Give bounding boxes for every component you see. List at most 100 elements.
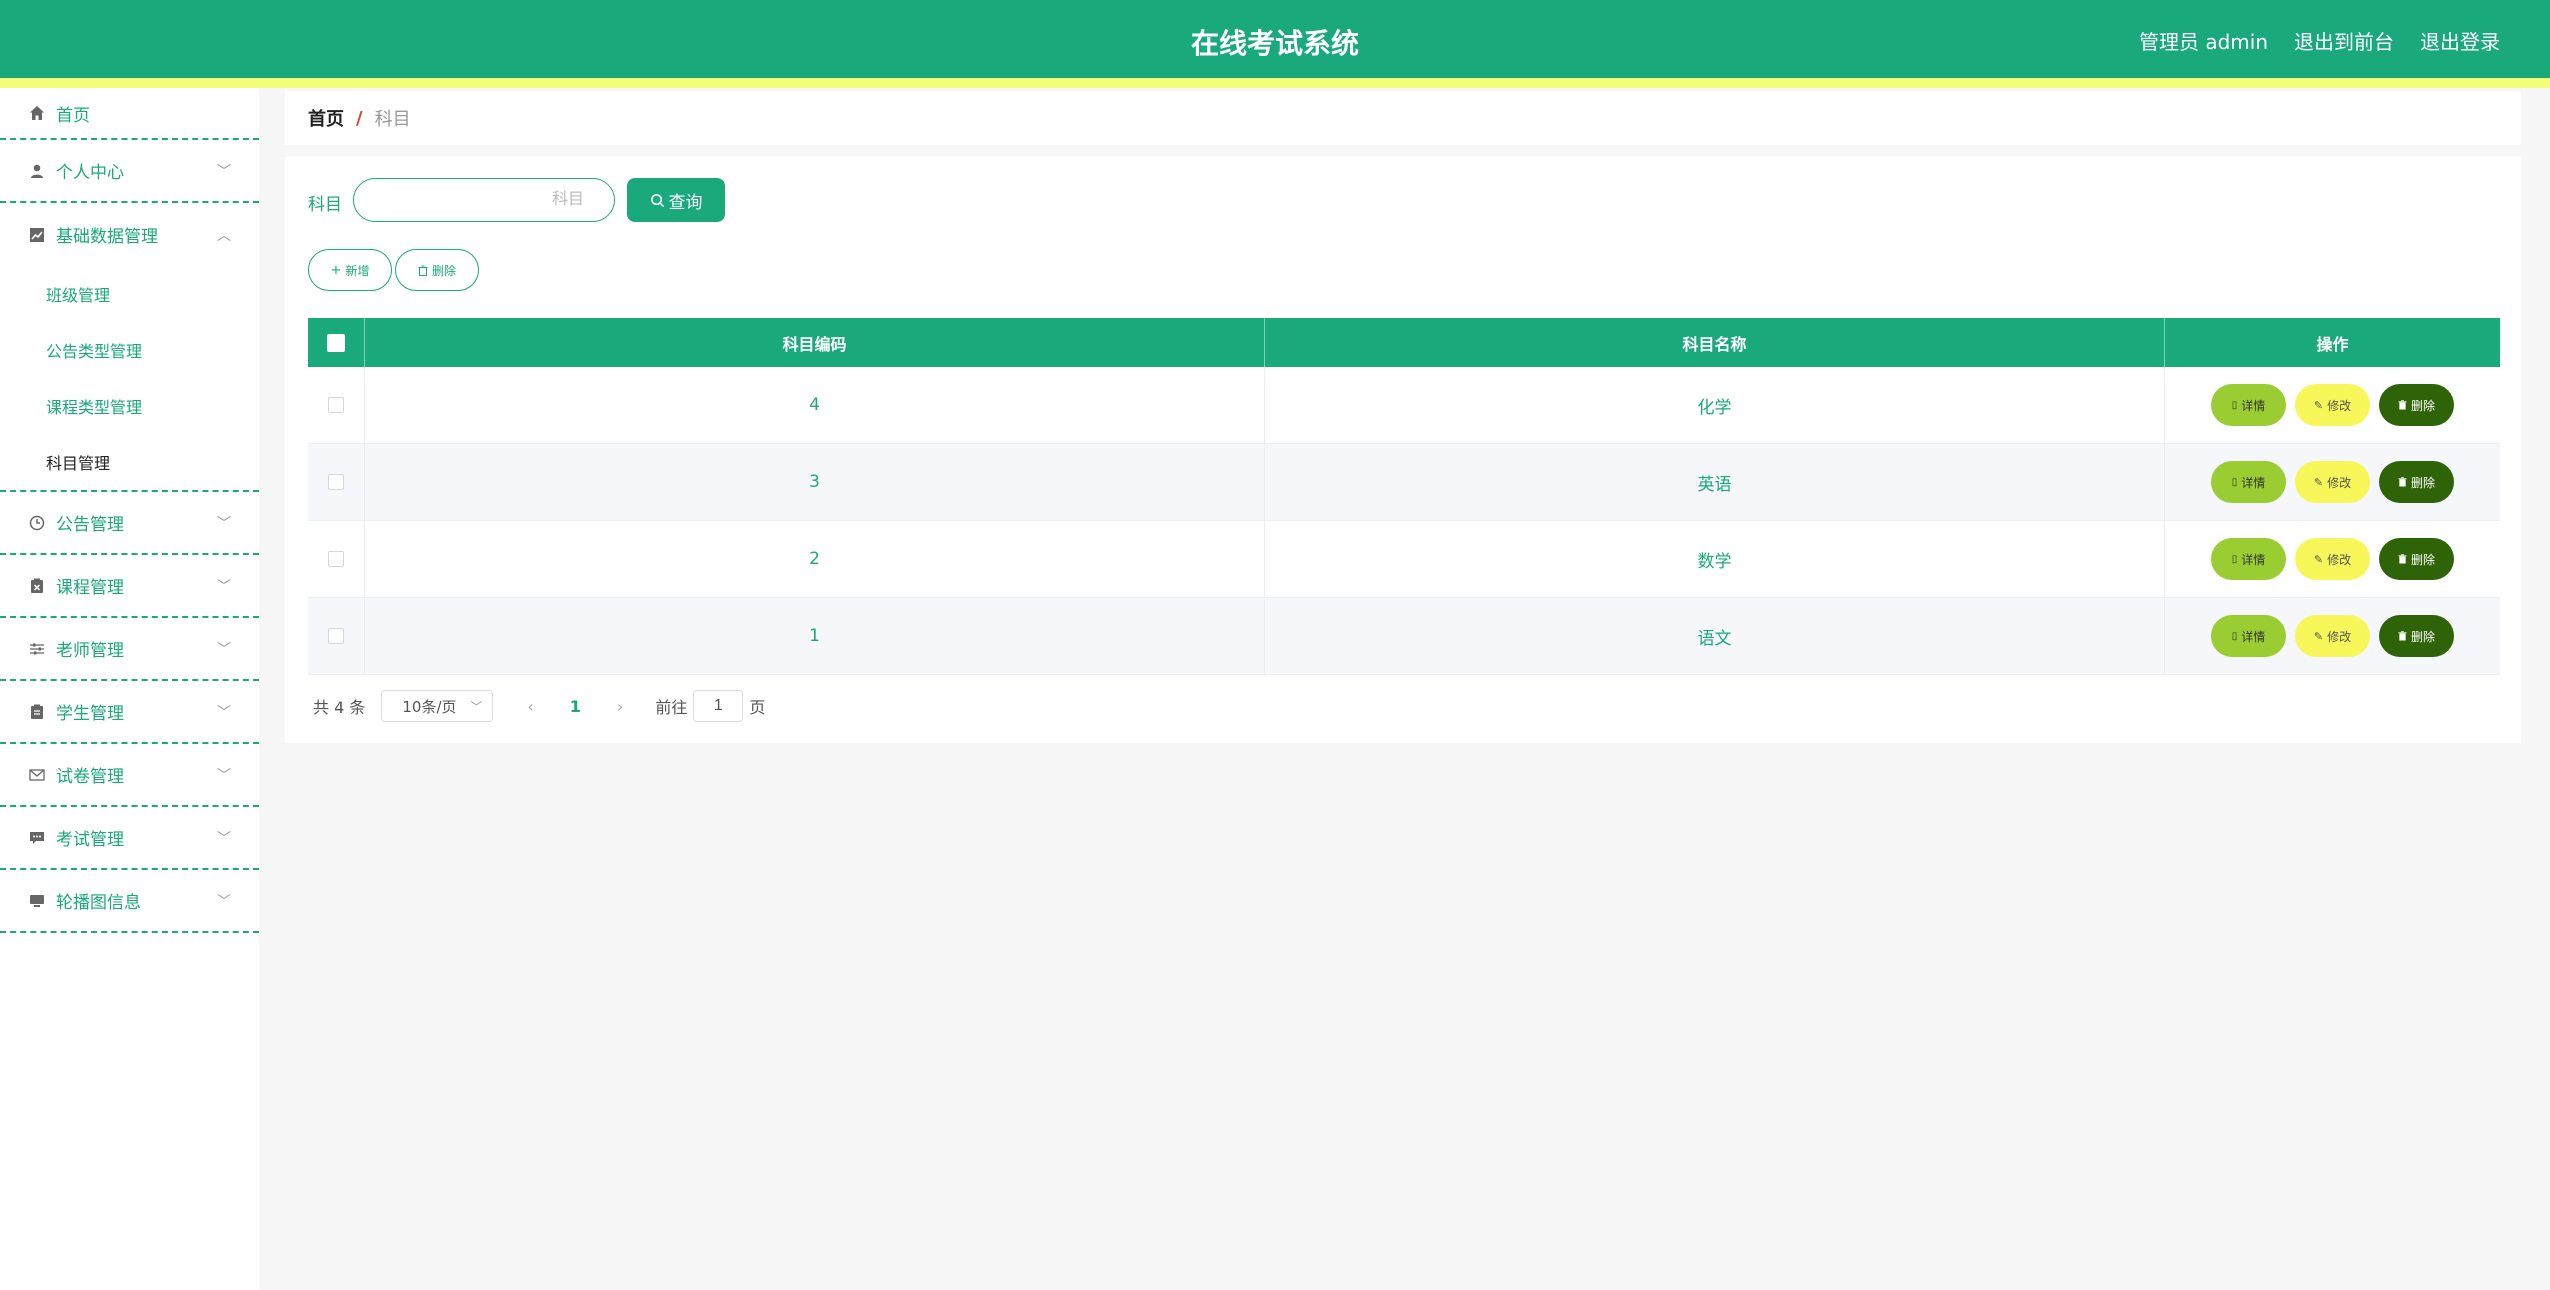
sidebar-item-label: 基础数据管理 xyxy=(56,227,158,247)
subject-table: 科目编码 科目名称 操作 4 化学 ▯ 详情 ✎ 修改 删除 3 英语 ▯ 详情 ✎ 修改 删除 2 数学 ▯ 详… xyxy=(308,318,2500,675)
batch-delete-button[interactable]: 删除 xyxy=(395,249,479,291)
goto-suffix: 页 xyxy=(749,698,766,717)
pagination-total: 共 4 条 xyxy=(313,698,366,717)
delete-button[interactable]: 删除 xyxy=(2379,461,2454,503)
detail-button[interactable]: ▯ 详情 xyxy=(2211,615,2286,657)
edit-button-label: 修改 xyxy=(2327,629,2352,644)
subject-name-cell: 数学 xyxy=(1265,521,2165,597)
chevron-down-icon: ﹀ xyxy=(217,704,231,721)
delete-button[interactable]: 删除 xyxy=(2379,384,2454,426)
subject-code-cell: 1 xyxy=(365,598,1265,674)
edit-button[interactable]: ✎ 修改 xyxy=(2295,538,2370,580)
prev-page-icon[interactable]: ‹ xyxy=(527,697,533,716)
row-actions-cell: ▯ 详情 ✎ 修改 删除 xyxy=(2165,367,2500,443)
search-icon xyxy=(650,193,665,208)
detail-button[interactable]: ▯ 详情 xyxy=(2211,384,2286,426)
row-checkbox[interactable] xyxy=(328,551,344,567)
delete-button[interactable]: 删除 xyxy=(2379,615,2454,657)
chevron-down-icon: ﹀ xyxy=(217,515,231,532)
page-number-current[interactable]: 1 xyxy=(570,697,581,716)
breadcrumb-home[interactable]: 首页 xyxy=(308,105,344,131)
sidebar-subitem-subject[interactable]: 科目管理 xyxy=(0,434,259,490)
chevron-down-icon: ﹀ xyxy=(217,893,231,910)
top-header: 在线考试系统 管理员 admin 退出到前台 退出登录 xyxy=(0,0,2550,78)
sidebar-item-profile[interactable]: 个人中心 ﹀ xyxy=(0,140,259,203)
sidebar-item-notice[interactable]: 公告管理 ﹀ xyxy=(0,492,259,555)
delete-button-label: 删除 xyxy=(2410,552,2435,567)
sidebar-subitem-course-type[interactable]: 课程类型管理 xyxy=(0,378,259,434)
clock-icon xyxy=(28,514,46,532)
sidebar-item-carousel[interactable]: 轮播图信息 ﹀ xyxy=(0,870,259,933)
sidebar-item-course[interactable]: 课程管理 ﹀ xyxy=(0,555,259,618)
sidebar-item-student[interactable]: 学生管理 ﹀ xyxy=(0,681,259,744)
chevron-down-icon: ﹀ xyxy=(217,830,231,847)
row-actions-cell: ▯ 详情 ✎ 修改 删除 xyxy=(2165,521,2500,597)
detail-button-label: 详情 xyxy=(2241,475,2266,490)
sidebar-item-label: 老师管理 xyxy=(56,641,124,661)
document-icon: ▯ xyxy=(2231,399,2238,411)
add-button[interactable]: + 新增 xyxy=(308,249,392,291)
sidebar-item-teacher[interactable]: 老师管理 ﹀ xyxy=(0,618,259,681)
sidebar-item-label: 个人中心 xyxy=(56,163,124,183)
delete-button-label: 删除 xyxy=(2410,398,2435,413)
subject-code-cell: 4 xyxy=(365,367,1265,443)
pagination: 共 4 条 10条/页 ﹀ ‹ 1 › 前往 页 xyxy=(313,690,765,722)
user-icon xyxy=(28,162,46,180)
detail-button-label: 详情 xyxy=(2241,398,2266,413)
edit-button[interactable]: ✎ 修改 xyxy=(2295,384,2370,426)
breadcrumb-current: 科目 xyxy=(374,109,411,130)
document-icon: ▯ xyxy=(2231,630,2238,642)
trash-icon xyxy=(418,265,428,276)
sidebar-item-paper[interactable]: 试卷管理 ﹀ xyxy=(0,744,259,807)
search-input[interactable] xyxy=(353,178,615,222)
edit-icon: ✎ xyxy=(2313,475,2324,489)
edit-icon: ✎ xyxy=(2313,629,2324,643)
goto-prefix: 前往 xyxy=(655,698,688,717)
chevron-down-icon: ﹀ xyxy=(217,578,231,595)
edit-button[interactable]: ✎ 修改 xyxy=(2295,615,2370,657)
header-stripe xyxy=(0,78,2550,88)
edit-button[interactable]: ✎ 修改 xyxy=(2295,461,2370,503)
delete-button[interactable]: 删除 xyxy=(2379,538,2454,580)
delete-button-label: 删除 xyxy=(2410,629,2435,644)
table-row: 4 化学 ▯ 详情 ✎ 修改 删除 xyxy=(308,367,2500,444)
detail-button[interactable]: ▯ 详情 xyxy=(2211,461,2286,503)
sidebar-subitem-notice-type[interactable]: 公告类型管理 xyxy=(0,322,259,378)
document-icon: ▯ xyxy=(2231,553,2238,565)
row-select-cell xyxy=(308,367,365,443)
select-all-checkbox[interactable] xyxy=(327,333,345,352)
breadcrumb: 首页 / 科目 xyxy=(285,91,2521,145)
column-header-code: 科目编码 xyxy=(365,318,1265,367)
logout-link[interactable]: 退出登录 xyxy=(2420,26,2500,55)
sidebar-subitem-class[interactable]: 班级管理 xyxy=(0,266,259,322)
subject-name-cell: 化学 xyxy=(1265,367,2165,443)
mail-icon xyxy=(28,766,46,784)
sliders-icon xyxy=(28,640,46,658)
sidebar-item-home[interactable]: 首页 xyxy=(0,88,259,140)
row-checkbox[interactable] xyxy=(328,628,344,644)
clipboard-x-icon xyxy=(28,577,46,595)
chat-icon xyxy=(28,829,46,847)
sidebar-submenu-basic-data: 班级管理 公告类型管理 课程类型管理 科目管理 xyxy=(0,266,259,492)
goto-page-input[interactable] xyxy=(693,690,744,722)
page-size-select[interactable]: 10条/页 ﹀ xyxy=(381,690,494,722)
sidebar-item-exam[interactable]: 考试管理 ﹀ xyxy=(0,807,259,870)
edit-icon: ✎ xyxy=(2313,398,2324,412)
row-checkbox[interactable] xyxy=(328,397,344,413)
admin-user-label[interactable]: 管理员 admin xyxy=(2139,26,2268,55)
query-button[interactable]: 查询 xyxy=(627,178,725,222)
sidebar-item-basic-data[interactable]: 基础数据管理 ︿ xyxy=(0,203,259,266)
trash-icon xyxy=(2398,477,2407,487)
table-header: 科目编码 科目名称 操作 xyxy=(308,318,2500,367)
row-checkbox[interactable] xyxy=(328,474,344,490)
sidebar-item-label: 考试管理 xyxy=(56,830,124,850)
detail-button[interactable]: ▯ 详情 xyxy=(2211,538,2286,580)
to-front-link[interactable]: 退出到前台 xyxy=(2294,26,2394,55)
page-size-value: 10条/页 xyxy=(402,697,457,716)
chevron-down-icon: ﹀ xyxy=(217,163,231,180)
sidebar-item-label: 学生管理 xyxy=(56,704,124,724)
delete-button-label: 删除 xyxy=(2410,475,2435,490)
edit-button-label: 修改 xyxy=(2327,398,2352,413)
chevron-up-icon: ︿ xyxy=(217,227,231,244)
next-page-icon[interactable]: › xyxy=(617,697,623,716)
